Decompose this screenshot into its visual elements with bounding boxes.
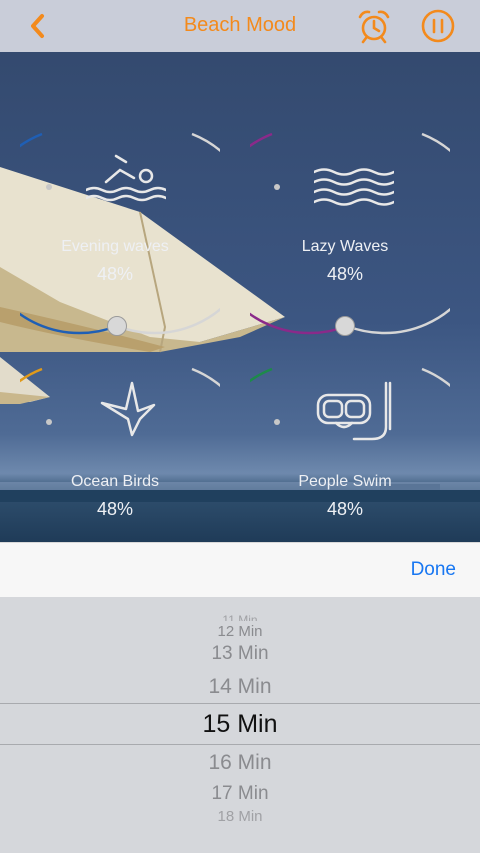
dial-start-marker [274,184,280,190]
sound-name: People Swim [298,473,392,490]
picker-option[interactable]: 13 Min [0,643,480,665]
picker-option[interactable]: 16 Min [0,751,480,775]
sound-dial-lazy-waves[interactable]: Lazy Waves 48% [250,112,450,342]
snorkel-mask-icon [314,379,398,448]
sound-name: Evening waves [61,238,169,255]
picker-option[interactable]: 11 Min [0,613,480,621]
sound-volume-percent: 48% [326,499,364,519]
picker-selection-line-top [0,703,480,704]
swimmer-icon [84,152,168,207]
picker-option[interactable]: 17 Min [0,783,480,805]
dial-start-marker [46,419,52,425]
sound-dial-ocean-birds[interactable]: Ocean Birds 48% [20,347,220,542]
picker-option[interactable]: 12 Min [0,623,480,640]
nav-bar: Beach Mood [0,0,480,52]
volume-knob[interactable] [107,316,127,336]
sound-name: Ocean Birds [70,473,160,490]
page-title: Beach Mood [183,14,297,36]
picker-option[interactable]: 18 Min [0,808,480,821]
sound-volume-percent: 48% [326,264,364,284]
picker-selected-option[interactable]: 15 Min [0,710,480,739]
waves-icon [312,166,396,211]
sound-volume-percent: 48% [96,264,134,284]
alarm-clock-icon[interactable] [356,8,392,44]
sound-name: Lazy Waves [301,238,389,255]
volume-knob[interactable] [335,316,355,336]
sound-volume-percent: 48% [96,499,134,519]
timer-picker-wheel[interactable]: 11 Min 12 Min 13 Min 14 Min 15 Min 16 Mi… [0,597,480,853]
sound-dial-people-swim[interactable]: People Swim 48% [250,347,450,542]
dial-start-marker [274,419,280,425]
picker-option[interactable]: 14 Min [0,675,480,699]
done-button[interactable]: Done [411,559,456,581]
sound-dial-evening-waves[interactable]: Evening waves 48% [20,112,220,342]
beach-background: Evening waves 48% Lazy Waves 48% Ocean B… [0,52,480,542]
dial-start-marker [46,184,52,190]
pause-icon[interactable] [420,8,456,44]
bird-icon [98,379,158,444]
picker-selection-line-bottom [0,744,480,745]
picker-toolbar: Done [0,542,480,598]
